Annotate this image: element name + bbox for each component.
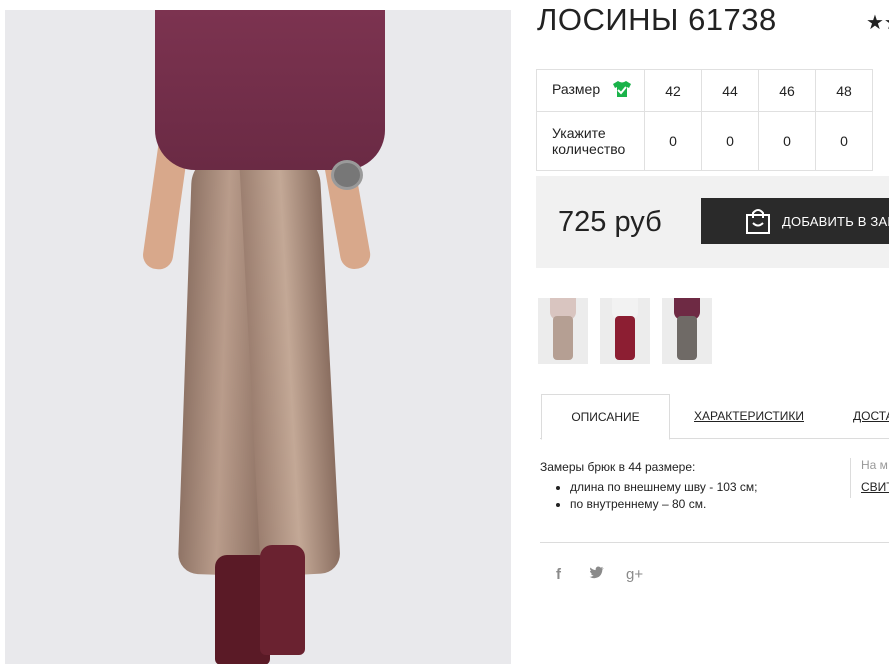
related-note-link[interactable]: СВИТ [861,480,889,494]
related-note-text: На м [861,458,888,472]
size-option[interactable]: 48 [815,69,873,112]
add-to-order-button[interactable]: ДОБАВИТЬ В ЗАКАЗ [701,198,889,244]
description-item: длина по внешнему шву - 103 см; [570,480,758,494]
facebook-icon[interactable]: f [556,566,561,583]
quantity-input[interactable]: 0 [701,111,759,171]
quantity-input[interactable]: 0 [758,111,816,171]
price-panel: 725 руб ДОБАВИТЬ В ЗАКАЗ [536,176,889,268]
quantity-input[interactable]: 0 [644,111,702,171]
product-main-image[interactable] [5,10,511,664]
size-option[interactable]: 46 [758,69,816,112]
size-chart-icon[interactable] [612,80,632,101]
size-option[interactable]: 44 [701,69,759,112]
model-watch [331,160,363,190]
price: 725 руб [558,206,662,238]
product-thumbnail[interactable] [538,298,588,364]
description-title: Замеры брюк в 44 размере: [540,460,696,474]
rating-stars[interactable]: ★★ [866,10,889,35]
size-table: Размер 42 44 46 48 Укажите количество 0 … [536,69,873,171]
description-list: длина по внешнему шву - 103 см; по внутр… [540,480,758,511]
twitter-icon[interactable] [589,566,605,584]
size-option[interactable]: 42 [644,69,702,112]
product-title: ЛОСИНЫ 61738 [537,2,777,37]
section-divider [540,542,889,543]
shopping-bag-icon [745,207,771,238]
description-item: по внутреннему – 80 см. [570,497,758,511]
thumbnail-pants [677,316,697,360]
tab-delivery[interactable]: ДОСТАВКА [853,394,889,438]
thumbnail-pants [553,316,573,360]
model-sweater [155,10,385,170]
related-note: На м СВИТ [850,458,889,498]
size-label: Размер [552,81,601,98]
size-label-cell: Размер [536,69,645,112]
quantity-label: Укажите количество [536,111,645,171]
description-panel: Замеры брюк в 44 размере: длина по внешн… [540,460,758,514]
quantity-input[interactable]: 0 [815,111,873,171]
product-tabs: Описание ХАРАКТЕРИСТИКИ ДОСТАВКА [540,394,889,440]
size-row: Размер 42 44 46 48 [536,69,873,112]
product-thumbnail[interactable] [600,298,650,364]
thumbnail-pants [615,316,635,360]
tab-description[interactable]: Описание [541,394,670,440]
quantity-row: Укажите количество 0 0 0 0 [536,111,873,171]
model-boot-right [260,545,305,655]
google-plus-icon[interactable]: g+ [626,566,643,583]
tab-specs[interactable]: ХАРАКТЕРИСТИКИ [694,394,804,438]
add-to-order-label: ДОБАВИТЬ В ЗАКАЗ [782,214,889,229]
product-thumbnail[interactable] [662,298,712,364]
